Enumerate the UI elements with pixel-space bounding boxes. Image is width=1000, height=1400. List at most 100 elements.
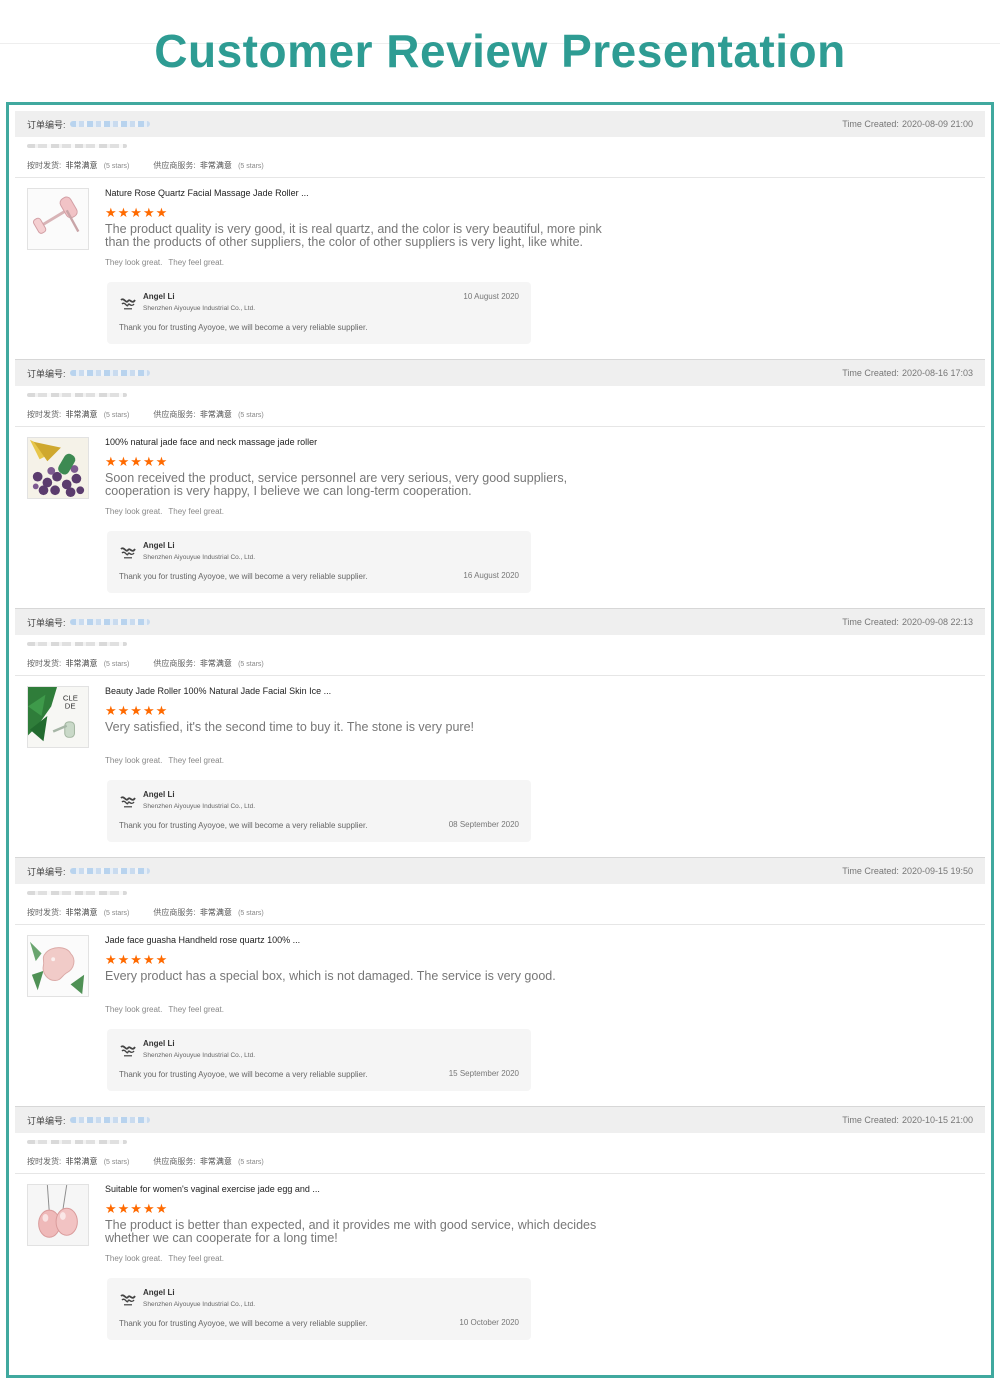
ontime-stars-text: (5 stars) [103,909,130,917]
ontime-label: 按时发货: [27,907,62,917]
review-comment: The product quality is very good, it is … [105,222,602,249]
service-rating: 供应商服务: 非常满意 (5 stars) [153,160,263,171]
service-label: 供应商服务: [153,409,196,419]
supplier-ratings: 按时发货: 非常满意 (5 stars) 供应商服务: 非常满意 (5 star… [15,402,985,427]
ontime-value: 非常满意 [65,907,98,917]
time-value: 2020-09-15 19:50 [901,866,973,876]
review-body: Nature Rose Quartz Facial Massage Jade R… [15,178,985,359]
review-body: Jade face guasha Handheld rose quartz 10… [15,925,985,1106]
service-label: 供应商服务: [153,160,196,170]
rose-quartz-roller-image [28,189,88,249]
review-comment: Very satisfied, it's the second time to … [105,720,475,734]
ontime-value: 非常满意 [65,160,98,170]
blurred-text [27,144,127,148]
review-body: 100% natural jade face and neck massage … [15,427,985,608]
time-created: Time Created: 2020-10-15 21:00 [842,1115,973,1125]
tag-look: They look great. [105,1005,163,1014]
blurred-buyer-info [15,137,985,153]
ontime-label: 按时发货: [27,658,62,668]
review-card: 订单编号: Time Created: 2020-09-15 19:50 按时发货… [15,858,985,1107]
time-label: Time Created: [842,119,899,129]
time-value: 2020-10-15 21:00 [901,1115,973,1125]
supplier-ratings: 按时发货: 非常满意 (5 stars) 供应商服务: 非常满意 (5 star… [15,1149,985,1174]
star-rating: ★★★★★ [105,1201,169,1216]
tag-feel: They feel great. [168,1005,224,1014]
tag-look: They look great. [105,258,163,267]
reply-date: 08 September 2020 [448,820,519,829]
blurred-text [27,642,127,646]
blurred-buyer-info [15,1133,985,1149]
product-name[interactable]: Nature Rose Quartz Facial Massage Jade R… [105,186,625,200]
service-value: 非常满意 [199,160,232,170]
reply-name: Angel Li [143,1288,175,1297]
tag-look: They look great. [105,507,163,516]
review-body: Suitable for women's vaginal exercise ja… [15,1174,985,1355]
reply-company: Shenzhen Aiyouyue Industrial Co., Ltd. [143,305,256,312]
order-label: 订单编号: [27,119,66,130]
supplier-ratings: 按时发货: 非常满意 (5 stars) 供应商服务: 非常满意 (5 star… [15,900,985,925]
ontime-rating: 按时发货: 非常满意 (5 stars) [27,1156,129,1167]
service-stars-text: (5 stars) [238,1158,264,1166]
reply-date: 16 August 2020 [463,571,519,580]
product-thumbnail[interactable] [27,437,89,499]
tag-look: They look great. [105,1254,163,1263]
blurred-order-id [69,370,150,376]
product-thumbnail[interactable] [27,188,89,250]
product-thumbnail[interactable] [27,935,89,997]
service-stars-text: (5 stars) [238,909,264,917]
review-header: 订单编号: Time Created: 2020-09-08 22:13 [15,609,985,635]
order-label: 订单编号: [27,368,66,379]
blurred-order-id [69,121,150,127]
order-number: 订单编号: [27,616,150,629]
product-thumbnail[interactable]: CLE DE [27,686,89,748]
service-stars-text: (5 stars) [238,660,264,668]
ontime-stars-text: (5 stars) [103,411,130,419]
product-thumbnail[interactable] [27,1184,89,1246]
tag-feel: They feel great. [168,258,224,267]
order-label: 订单编号: [27,1115,66,1126]
product-name[interactable]: Suitable for women's vaginal exercise ja… [105,1182,625,1196]
blurred-buyer-info [15,386,985,402]
product-name[interactable]: 100% natural jade face and neck massage … [105,435,625,449]
review-card: 订单编号: Time Created: 2020-10-15 21:00 按时发货… [15,1107,985,1356]
review-content: Suitable for women's vaginal exercise ja… [105,1182,625,1266]
review-tags: They look great. They feel great. [105,507,625,519]
review-frame: 订单编号: Time Created: 2020-08-09 21:00 按时发货… [6,102,994,1378]
review-card: 订单编号: Time Created: 2020-09-08 22:13 按时发货… [15,609,985,858]
time-label: Time Created: [842,368,899,378]
service-value: 非常满意 [199,658,232,668]
review-comment: The product is better than expected, and… [105,1218,597,1245]
service-rating: 供应商服务: 非常满意 (5 stars) [153,409,263,420]
order-number: 订单编号: [27,865,150,878]
reply-text: Thank you for trusting Ayoyoe, we will b… [119,1319,368,1328]
review-header: 订单编号: Time Created: 2020-08-16 17:03 [15,360,985,386]
reply-name: Angel Li [143,1039,175,1048]
tag-look: They look great. [105,756,163,765]
product-name[interactable]: Jade face guasha Handheld rose quartz 10… [105,933,625,947]
review-card: 订单编号: Time Created: 2020-08-09 21:00 按时发货… [15,111,985,360]
review-tags: They look great. They feel great. [105,1254,625,1266]
service-label: 供应商服务: [153,658,196,668]
time-label: Time Created: [842,866,899,876]
ontime-label: 按时发货: [27,160,62,170]
ontime-rating: 按时发货: 非常满意 (5 stars) [27,409,129,420]
review-header: 订单编号: Time Created: 2020-10-15 21:00 [15,1107,985,1133]
review-content: Nature Rose Quartz Facial Massage Jade R… [105,186,625,270]
review-header: 订单编号: Time Created: 2020-08-09 21:00 [15,111,985,137]
review-content: Jade face guasha Handheld rose quartz 10… [105,933,625,1017]
ontime-stars-text: (5 stars) [103,1158,130,1166]
review-tags: They look great. They feel great. [105,258,625,270]
reply-text: Thank you for trusting Ayoyoe, we will b… [119,572,368,581]
review-content: 100% natural jade face and neck massage … [105,435,625,519]
blurred-order-id [69,1117,150,1123]
supplier-reply: Angel Li Shenzhen Aiyouyue Industrial Co… [107,780,531,842]
star-rating: ★★★★★ [105,703,169,718]
reply-date: 10 August 2020 [463,292,519,301]
ontime-value: 非常满意 [65,658,98,668]
svg-text:DE: DE [65,701,76,710]
product-name[interactable]: Beauty Jade Roller 100% Natural Jade Fac… [105,684,625,698]
supplier-logo-icon [119,544,137,560]
time-value: 2020-08-09 21:00 [901,119,973,129]
blurred-text [27,1140,127,1144]
supplier-logo-icon [119,1042,137,1058]
